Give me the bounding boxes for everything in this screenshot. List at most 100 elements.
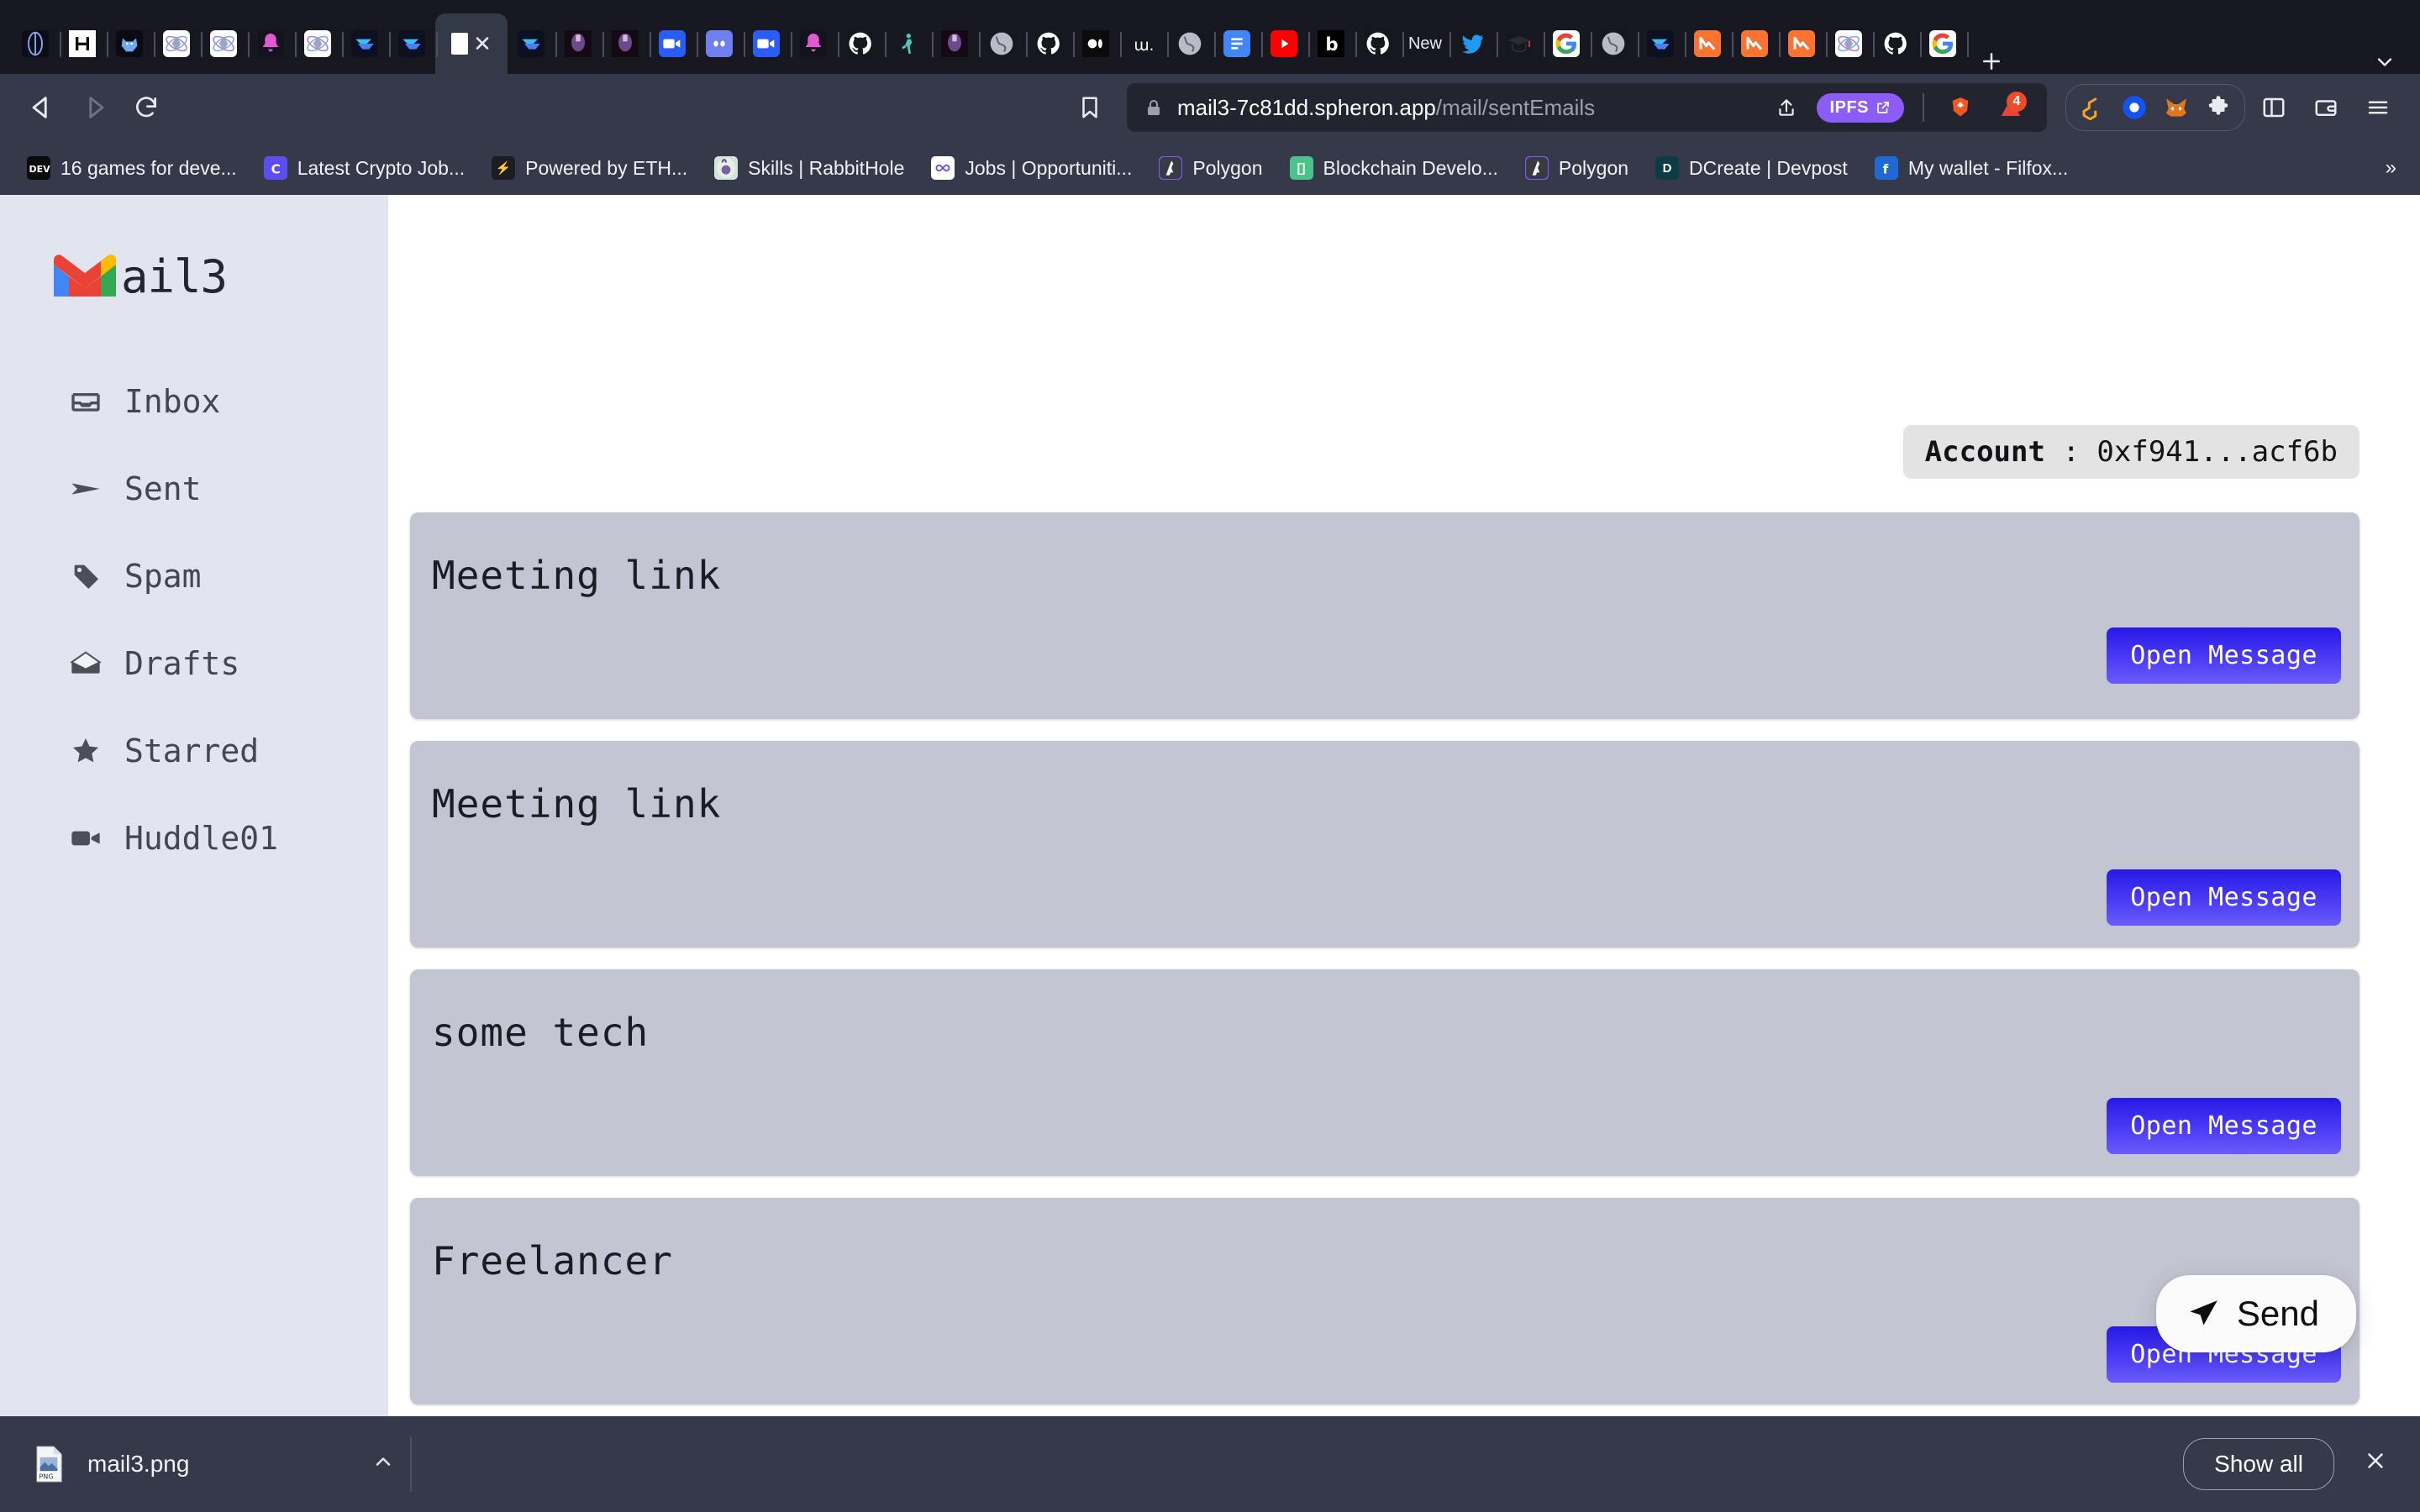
wallet-dot-icon[interactable] bbox=[2115, 88, 2154, 127]
tab-graduation[interactable] bbox=[1496, 13, 1545, 74]
tab-indie-hackers[interactable] bbox=[59, 13, 108, 74]
tab-ethereum[interactable] bbox=[12, 13, 61, 74]
globe-icon bbox=[988, 30, 1015, 57]
tab-github-3[interactable] bbox=[1355, 13, 1404, 74]
png-file-icon: PNG bbox=[34, 1446, 64, 1483]
tab-globe-2[interactable] bbox=[1166, 13, 1216, 74]
tab-mail3-active[interactable]: ✕ bbox=[435, 13, 508, 74]
tab-metamask-fox[interactable] bbox=[106, 13, 155, 74]
tab-nft-avatar-2[interactable] bbox=[602, 13, 651, 74]
tab-globe-3[interactable] bbox=[1590, 13, 1639, 74]
bookmark-item[interactable]: D DCreate | Devpost bbox=[1644, 151, 1860, 185]
bookmark-item[interactable]: ⚡ Powered by ETH... bbox=[480, 151, 699, 185]
lock-icon bbox=[1144, 97, 1164, 118]
tab-notification-bell[interactable] bbox=[247, 13, 297, 74]
bookmark-item[interactable]: Polygon bbox=[1513, 151, 1640, 185]
sidebar-item-spam[interactable]: Spam bbox=[0, 533, 388, 620]
netlify-n-icon bbox=[1741, 30, 1768, 57]
tab-github-4[interactable] bbox=[1872, 13, 1922, 74]
tab-ethereum-atom-2[interactable] bbox=[200, 13, 250, 74]
wallet-icon[interactable] bbox=[2302, 84, 2349, 131]
tab-huddle01-2[interactable] bbox=[743, 13, 792, 74]
tab-nft-avatar-1[interactable] bbox=[555, 13, 604, 74]
close-icon[interactable] bbox=[2358, 1448, 2393, 1481]
tab-netlify-3[interactable] bbox=[1778, 13, 1828, 74]
bookmark-item[interactable]: [] Blockchain Develo... bbox=[1278, 151, 1510, 185]
ipfs-badge[interactable]: IPFS bbox=[1816, 92, 1904, 123]
tab-spheron-4[interactable] bbox=[1637, 13, 1686, 74]
gitpod-icon[interactable] bbox=[2073, 88, 2112, 127]
tab-list-chevron-icon[interactable] bbox=[2358, 50, 2412, 74]
send-button[interactable]: Send bbox=[2155, 1275, 2356, 1352]
new-tab-button[interactable] bbox=[1966, 49, 2017, 74]
open-message-button[interactable]: Open Message bbox=[2107, 869, 2341, 926]
tab-medium[interactable] bbox=[1072, 13, 1122, 74]
tab-runner[interactable] bbox=[884, 13, 934, 74]
address-bar[interactable]: mail3-7c81dd.spheron.app/mail/sentEmails… bbox=[1127, 83, 2047, 132]
tab-google-docs[interactable] bbox=[1213, 13, 1263, 74]
hamburger-menu-icon[interactable] bbox=[2354, 84, 2402, 131]
tab-google-2[interactable] bbox=[1919, 13, 1969, 74]
atom-icon bbox=[1835, 30, 1862, 57]
tab-google-1[interactable] bbox=[1543, 13, 1592, 74]
bookmarks-overflow-icon[interactable]: » bbox=[2386, 156, 2405, 180]
back-arrow-icon[interactable] bbox=[18, 84, 66, 131]
bookmark-item[interactable]: f My wallet - Filfox... bbox=[1863, 151, 2080, 185]
tab-huddle01-1[interactable] bbox=[649, 13, 698, 74]
rabbithole-icon bbox=[714, 156, 739, 180]
tab-spheron-2[interactable] bbox=[388, 13, 438, 74]
sidebar-item-huddle01[interactable]: Huddle01 bbox=[0, 795, 388, 882]
tab-ethereum-atom-3[interactable] bbox=[294, 13, 344, 74]
bookmark-item[interactable]: Polygon bbox=[1147, 151, 1274, 185]
inbox-tray-icon bbox=[69, 385, 103, 418]
sidebar-item-drafts[interactable]: Drafts bbox=[0, 620, 388, 707]
brave-lion-icon[interactable] bbox=[1943, 90, 1978, 125]
tab-lu-app[interactable]: ɯ. bbox=[1119, 13, 1169, 74]
tab-netlify-1[interactable] bbox=[1684, 13, 1733, 74]
tab-youtube[interactable] bbox=[1260, 13, 1310, 74]
tab-close-icon[interactable]: ✕ bbox=[473, 33, 492, 55]
tab-github-1[interactable] bbox=[837, 13, 886, 74]
tab-strip: ✕ ɯ. b New bbox=[0, 0, 2420, 74]
forward-arrow-icon bbox=[71, 84, 118, 131]
sidebar-item-label: Inbox bbox=[124, 383, 221, 420]
metamask-fox-icon[interactable] bbox=[2157, 88, 2196, 127]
brave-triangle-icon[interactable]: 4 bbox=[1991, 88, 2030, 127]
sidebar-item-inbox[interactable]: Inbox bbox=[0, 358, 388, 445]
tab-github-2[interactable] bbox=[1025, 13, 1075, 74]
bookmark-item[interactable]: DEV 16 games for deve... bbox=[15, 151, 249, 185]
bookmark-item[interactable]: Jobs | Opportuniti... bbox=[919, 151, 1144, 185]
tab-bell-2[interactable] bbox=[790, 13, 839, 74]
tab-globe-1[interactable] bbox=[978, 13, 1028, 74]
share-icon[interactable] bbox=[1770, 91, 1803, 124]
open-message-button[interactable]: Open Message bbox=[2107, 1098, 2341, 1154]
sidebar-panel-icon[interactable] bbox=[2250, 84, 2297, 131]
tab-spheron-3[interactable] bbox=[508, 13, 557, 74]
reload-icon[interactable] bbox=[123, 84, 170, 131]
tab-twitter[interactable] bbox=[1449, 13, 1498, 74]
twitter-icon bbox=[1459, 30, 1486, 57]
bookmark-icon[interactable] bbox=[1066, 84, 1113, 131]
discord-icon bbox=[706, 30, 733, 57]
chevron-up-icon[interactable] bbox=[371, 1450, 395, 1479]
tab-ethereum-atom-4[interactable] bbox=[1825, 13, 1875, 74]
puzzle-icon[interactable] bbox=[2199, 88, 2238, 127]
bookmark-item[interactable]: C Latest Crypto Job... bbox=[252, 151, 476, 185]
bookmark-label: Polygon bbox=[1558, 156, 1629, 179]
sidebar-item-starred[interactable]: Starred bbox=[0, 707, 388, 795]
svg-text:PNG: PNG bbox=[39, 1472, 53, 1480]
bookmark-label: My wallet - Filfox... bbox=[1907, 156, 2069, 179]
bookmark-item[interactable]: Skills | RabbitHole bbox=[702, 151, 916, 185]
open-message-button[interactable]: Open Message bbox=[2107, 627, 2341, 684]
sidebar-item-label: Huddle01 bbox=[124, 820, 279, 857]
tab-ethereum-atom-1[interactable] bbox=[153, 13, 203, 74]
tab-nft-avatar-3[interactable] bbox=[931, 13, 981, 74]
tab-spheron-1[interactable] bbox=[341, 13, 391, 74]
show-all-button[interactable]: Show all bbox=[2183, 1438, 2334, 1490]
sidebar-item-sent[interactable]: Sent bbox=[0, 445, 388, 533]
tab-new[interactable]: New bbox=[1402, 13, 1451, 74]
tab-b-app[interactable]: b bbox=[1307, 13, 1357, 74]
tab-netlify-2[interactable] bbox=[1731, 13, 1781, 74]
download-item[interactable]: PNG mail3.png bbox=[34, 1446, 395, 1483]
tab-discord[interactable] bbox=[696, 13, 745, 74]
